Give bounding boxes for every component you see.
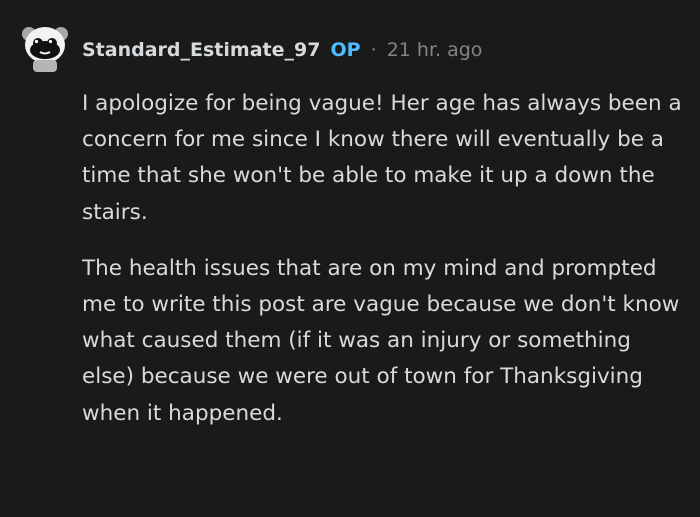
separator-dot: · [370,39,377,61]
comment-body: I apologize for being vague! Her age has… [82,86,682,452]
timestamp[interactable]: 21 hr. ago [387,39,483,61]
comment-meta: Standard_Estimate_97 OP · 21 hr. ago [82,37,482,63]
comment: Standard_Estimate_97 OP · 21 hr. ago I a… [0,0,700,517]
comment-paragraph-2: The health issues that are on my mind an… [82,255,680,426]
avatar-icon[interactable] [12,12,78,78]
comment-paragraph-1: I apologize for being vague! Her age has… [82,91,682,225]
username[interactable]: Standard_Estimate_97 [82,39,320,61]
op-badge: OP [330,39,361,61]
